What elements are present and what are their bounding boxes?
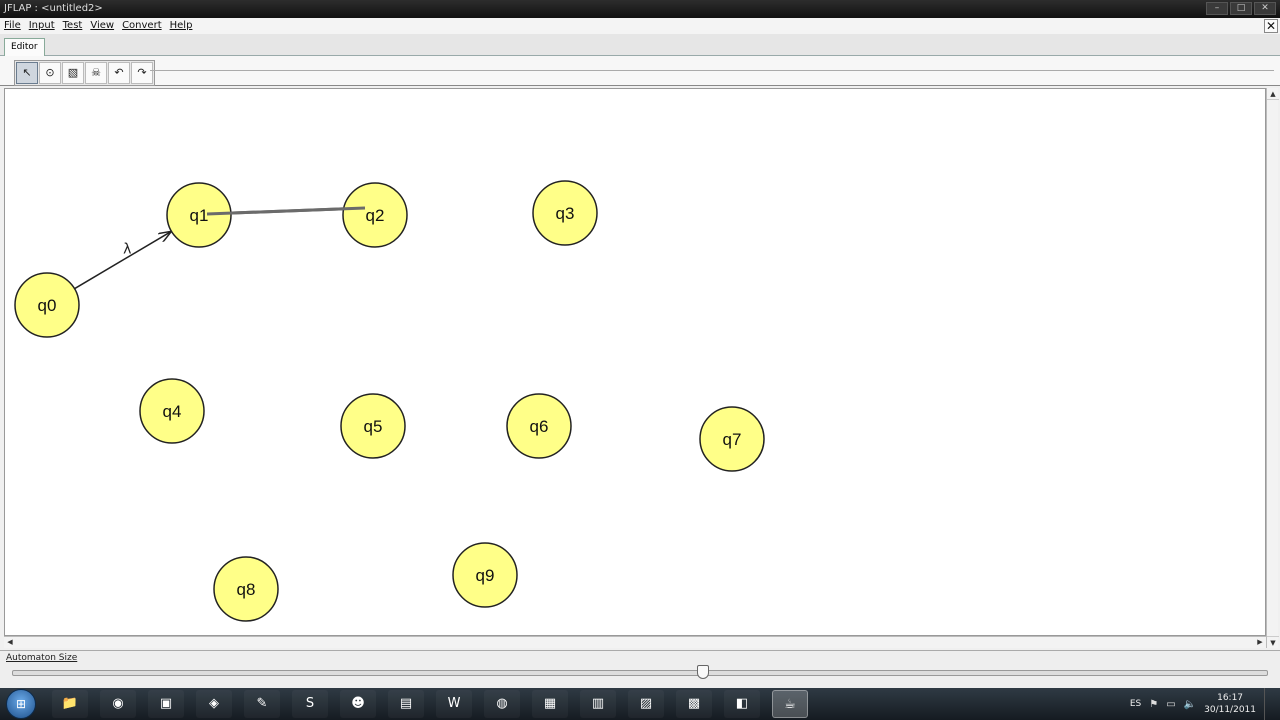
pointer-icon: ↖ bbox=[22, 66, 32, 79]
state-q5[interactable]: q5 bbox=[340, 393, 406, 459]
state-q0[interactable]: q0 bbox=[14, 272, 80, 338]
transition-q0-q1[interactable] bbox=[74, 231, 172, 290]
clock[interactable]: 16:17 30/11/2011 bbox=[1204, 692, 1256, 716]
flag-icon[interactable]: ⚑ bbox=[1149, 699, 1158, 710]
state-q4[interactable]: q4 bbox=[139, 378, 205, 444]
state-label: q3 bbox=[556, 204, 575, 223]
taskbar-app-14-icon[interactable]: ▩ bbox=[676, 690, 712, 718]
clock-date: 30/11/2011 bbox=[1204, 705, 1256, 715]
state-q9[interactable]: q9 bbox=[452, 542, 518, 608]
windows-taskbar: ⊞ 📁 ◉ ▣ ◈ ✎ S ☻ ▤ W ◍ ▦ ▥ ▨ ▩ ◧ ☕ ES ⚑ ▭ 🔈 16:17 30/11/… bbox=[0, 688, 1280, 720]
slider-thumb[interactable] bbox=[697, 665, 709, 679]
menu-view[interactable]: View bbox=[86, 18, 118, 34]
state-q8[interactable]: q8 bbox=[213, 556, 279, 622]
taskbar-app-13-icon[interactable]: ▨ bbox=[628, 690, 664, 718]
attribute-editor-tool[interactable]: ↖ bbox=[16, 62, 38, 84]
automaton-canvas[interactable]: λ q0 q1 q2 q3 q4 q5 q6 q7 q8 q9 bbox=[4, 88, 1266, 636]
title-bar: JFLAP : <untitled2> – □ ✕ bbox=[0, 0, 1280, 18]
menu-file[interactable]: File bbox=[0, 18, 25, 34]
scroll-up-icon[interactable]: ▲ bbox=[1267, 88, 1279, 100]
clock-time: 16:17 bbox=[1217, 693, 1244, 703]
jflap-window: JFLAP : <untitled2> – □ ✕ File Input Tes… bbox=[0, 0, 1280, 688]
skull-icon: ☠ bbox=[91, 66, 101, 79]
menu-input[interactable]: Input bbox=[25, 18, 59, 34]
redo-icon: ↷ bbox=[137, 66, 147, 79]
automaton-size-label: Automaton Size bbox=[6, 653, 78, 663]
minimize-button[interactable]: – bbox=[1206, 2, 1228, 15]
state-label: q6 bbox=[530, 417, 549, 436]
redo-button[interactable]: ↷ bbox=[131, 62, 153, 84]
scroll-down-icon[interactable]: ▼ bbox=[1267, 636, 1279, 648]
state-label: q0 bbox=[38, 296, 57, 315]
tab-row: Editor bbox=[0, 34, 1280, 56]
taskbar-app-3-icon[interactable]: ▣ bbox=[148, 690, 184, 718]
close-document-button[interactable]: ✕ bbox=[1264, 19, 1278, 33]
state-q1[interactable]: q1 bbox=[166, 182, 232, 248]
show-desktop-button[interactable] bbox=[1264, 688, 1274, 720]
undo-button[interactable]: ↶ bbox=[108, 62, 130, 84]
windows-start-icon[interactable]: ⊞ bbox=[6, 689, 36, 719]
state-label: q2 bbox=[366, 206, 385, 225]
taskbar-app-15-icon[interactable]: ◧ bbox=[724, 690, 760, 718]
tool-group: ↖ ⊙ ▧ ☠ ↶ ↷ bbox=[14, 60, 155, 86]
state-label: q7 bbox=[723, 430, 742, 449]
taskbar-app-10-icon[interactable]: ◍ bbox=[484, 690, 520, 718]
taskbar-app-7-icon[interactable]: ☻ bbox=[340, 690, 376, 718]
scroll-right-icon[interactable]: ▶ bbox=[1254, 637, 1266, 648]
taskbar-app-11-icon[interactable]: ▦ bbox=[532, 690, 568, 718]
language-indicator[interactable]: ES bbox=[1130, 699, 1141, 709]
system-tray: ES ⚑ ▭ 🔈 16:17 30/11/2011 bbox=[1130, 688, 1274, 720]
menu-test[interactable]: Test bbox=[59, 18, 87, 34]
state-q6[interactable]: q6 bbox=[506, 393, 572, 459]
window-controls: – □ ✕ bbox=[1206, 2, 1276, 15]
taskbar-app-12-icon[interactable]: ▥ bbox=[580, 690, 616, 718]
menu-convert[interactable]: Convert bbox=[118, 18, 166, 34]
automaton-size-slider[interactable] bbox=[12, 670, 1268, 676]
maximize-button[interactable]: □ bbox=[1230, 2, 1252, 15]
taskbar-app-5-icon[interactable]: ✎ bbox=[244, 690, 280, 718]
taskbar-skype-icon[interactable]: S bbox=[292, 690, 328, 718]
menu-bar: File Input Test View Convert Help ✕ bbox=[0, 18, 1280, 34]
state-creator-tool[interactable]: ⊙ bbox=[39, 62, 61, 84]
state-label: q8 bbox=[237, 580, 256, 599]
window-title: JFLAP : <untitled2> bbox=[4, 3, 103, 14]
toolbar-divider bbox=[150, 70, 1274, 71]
state-q3[interactable]: q3 bbox=[532, 180, 598, 246]
state-q7[interactable]: q7 bbox=[699, 406, 765, 472]
volume-icon[interactable]: 🔈 bbox=[1184, 699, 1196, 710]
undo-icon: ↶ bbox=[114, 66, 124, 79]
tab-editor[interactable]: Editor bbox=[4, 38, 45, 56]
state-icon: ⊙ bbox=[45, 66, 55, 79]
scroll-left-icon[interactable]: ◀ bbox=[4, 637, 16, 648]
network-icon[interactable]: ▭ bbox=[1166, 699, 1175, 710]
state-q2[interactable]: q2 bbox=[342, 182, 408, 248]
taskbar-apps: 📁 ◉ ▣ ◈ ✎ S ☻ ▤ W ◍ ▦ ▥ ▨ ▩ ◧ ☕ bbox=[52, 690, 808, 718]
state-label: q1 bbox=[190, 206, 209, 225]
horizontal-scrollbar[interactable]: ◀ ▶ bbox=[4, 636, 1266, 648]
taskbar-app-8-icon[interactable]: ▤ bbox=[388, 690, 424, 718]
taskbar-explorer-icon[interactable]: 📁 bbox=[52, 690, 88, 718]
state-label: q4 bbox=[163, 402, 182, 421]
automaton-size-panel: Automaton Size bbox=[0, 650, 1280, 688]
state-label: q9 bbox=[476, 566, 495, 585]
transition-icon: ▧ bbox=[67, 66, 79, 79]
state-label: q5 bbox=[364, 417, 383, 436]
vertical-scrollbar[interactable]: ▲ ▼ bbox=[1266, 88, 1279, 648]
editor-toolbar: ↖ ⊙ ▧ ☠ ↶ ↷ bbox=[0, 56, 1280, 86]
taskbar-app-4-icon[interactable]: ◈ bbox=[196, 690, 232, 718]
menu-help[interactable]: Help bbox=[166, 18, 197, 34]
transition-creator-tool[interactable]: ▧ bbox=[62, 62, 84, 84]
close-window-button[interactable]: ✕ bbox=[1254, 2, 1276, 15]
deleter-tool[interactable]: ☠ bbox=[85, 62, 107, 84]
transition-label[interactable]: λ bbox=[123, 242, 131, 258]
taskbar-chrome-icon[interactable]: ◉ bbox=[100, 690, 136, 718]
taskbar-word-icon[interactable]: W bbox=[436, 690, 472, 718]
taskbar-java-icon[interactable]: ☕ bbox=[772, 690, 808, 718]
automaton-graph[interactable]: λ q0 q1 q2 q3 q4 q5 q6 q7 q8 q9 bbox=[5, 89, 1265, 635]
